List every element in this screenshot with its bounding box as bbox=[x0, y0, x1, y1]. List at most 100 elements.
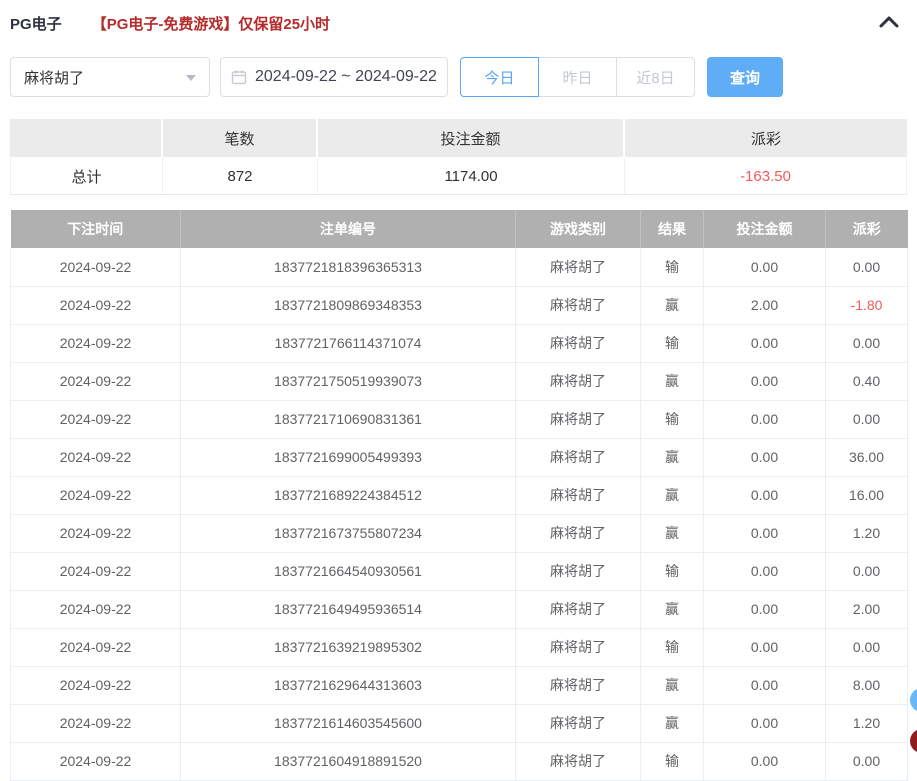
bet-date: 2024-09-22 bbox=[10, 742, 181, 781]
payout: 0.00 bbox=[825, 248, 908, 287]
summary-count: 872 bbox=[163, 157, 318, 195]
table-row: 2024-09-22 1837721639219895302 麻将胡了输 0.00 0.… bbox=[10, 628, 908, 667]
result: 赢 bbox=[640, 666, 704, 705]
bet-amount: 0.00 bbox=[703, 438, 826, 477]
payout: -1.80 bbox=[825, 286, 908, 325]
bet-id: 1837721710690831361 bbox=[180, 400, 516, 439]
summary-total-label: 总计 bbox=[10, 157, 163, 195]
bet-amount: 0.00 bbox=[703, 324, 826, 363]
game-type: 麻将胡了 bbox=[515, 628, 641, 667]
result: 输 bbox=[640, 324, 704, 363]
bet-amount: 0.00 bbox=[703, 362, 826, 401]
game-type: 麻将胡了 bbox=[515, 704, 641, 743]
bet-date: 2024-09-22 bbox=[10, 362, 181, 401]
payout: 16.00 bbox=[825, 476, 908, 515]
game-type: 麻将胡了 bbox=[515, 248, 641, 287]
table-row: 2024-09-22 1837721710690831361 麻将胡了输 0.00 0.… bbox=[10, 400, 908, 439]
result: 赢 bbox=[640, 286, 704, 325]
result: 赢 bbox=[640, 362, 704, 401]
bet-id: 1837721614603545600 bbox=[180, 704, 516, 743]
payout: 0.40 bbox=[825, 362, 908, 401]
game-type: 麻将胡了 bbox=[515, 590, 641, 629]
bets-col-header: 投注金额 bbox=[703, 210, 826, 248]
bet-amount: 0.00 bbox=[703, 514, 826, 553]
result: 赢 bbox=[640, 704, 704, 743]
quick-range-group: 今日 昨日 近8日 bbox=[460, 57, 695, 97]
calendar-icon bbox=[231, 69, 247, 85]
quick-range-button[interactable]: 昨日 bbox=[538, 57, 617, 97]
bet-amount: 0.00 bbox=[703, 628, 826, 667]
filter-bar: 麻将胡了 2024-09-22 ~ 2024-09-22 今日 昨日 近8日 查询 bbox=[10, 57, 907, 97]
bet-date: 2024-09-22 bbox=[10, 590, 181, 629]
bets-col-header: 游戏类别 bbox=[515, 210, 641, 248]
summary-bet-amount: 1174.00 bbox=[318, 157, 625, 195]
game-type: 麻将胡了 bbox=[515, 666, 641, 705]
bet-date: 2024-09-22 bbox=[10, 438, 181, 477]
game-select[interactable]: 麻将胡了 bbox=[10, 57, 210, 97]
table-row: 2024-09-22 1837721604918891520 麻将胡了输 0.00 0.… bbox=[10, 742, 908, 781]
table-row: 2024-09-22 1837721766114371074 麻将胡了输 0.00 0.… bbox=[10, 324, 908, 363]
bets-table-header-row: 下注时间 注单编号 游戏类别 结果 投注金额 派彩 bbox=[10, 210, 908, 248]
bet-id: 1837721629644313603 bbox=[180, 666, 516, 705]
payout: 2.00 bbox=[825, 590, 908, 629]
bet-id: 1837721766114371074 bbox=[180, 324, 516, 363]
payout: 0.00 bbox=[825, 742, 908, 781]
result: 输 bbox=[640, 742, 704, 781]
bet-id: 1837721639219895302 bbox=[180, 628, 516, 667]
bet-records-panel: PG电子 【PG电子-免费游戏】仅保留25小时 麻将胡了 2024-09-22 … bbox=[0, 0, 917, 781]
bet-date: 2024-09-22 bbox=[10, 286, 181, 325]
bet-date: 2024-09-22 bbox=[10, 248, 181, 287]
payout: 1.20 bbox=[825, 514, 908, 553]
quick-range-button[interactable]: 近8日 bbox=[616, 57, 695, 97]
collapse-button[interactable] bbox=[879, 15, 899, 28]
bets-table: 下注时间 注单编号 游戏类别 结果 投注金额 派彩 2024-09-22 183772181… bbox=[10, 210, 908, 781]
date-range-input[interactable]: 2024-09-22 ~ 2024-09-22 bbox=[220, 57, 448, 97]
payout: 0.00 bbox=[825, 400, 908, 439]
table-row: 2024-09-22 1837721699005499393 麻将胡了赢 0.00 36… bbox=[10, 438, 908, 477]
bet-date: 2024-09-22 bbox=[10, 400, 181, 439]
game-type: 麻将胡了 bbox=[515, 400, 641, 439]
table-row: 2024-09-22 1837721614603545600 麻将胡了赢 0.00 1.… bbox=[10, 704, 908, 743]
search-button[interactable]: 查询 bbox=[707, 57, 783, 97]
payout: 0.00 bbox=[825, 628, 908, 667]
game-type: 麻将胡了 bbox=[515, 324, 641, 363]
game-type: 麻将胡了 bbox=[515, 438, 641, 477]
result: 输 bbox=[640, 400, 704, 439]
table-row: 2024-09-22 1837721689224384512 麻将胡了赢 0.00 16… bbox=[10, 476, 908, 515]
table-row: 2024-09-22 1837721673755807234 麻将胡了赢 0.00 1.… bbox=[10, 514, 908, 553]
bet-amount: 0.00 bbox=[703, 552, 826, 591]
panel-header: PG电子 【PG电子-免费游戏】仅保留25小时 bbox=[10, 0, 907, 46]
bet-date: 2024-09-22 bbox=[10, 552, 181, 591]
quick-range-button[interactable]: 今日 bbox=[460, 57, 539, 97]
result: 赢 bbox=[640, 438, 704, 477]
payout: 1.20 bbox=[825, 704, 908, 743]
bet-amount: 0.00 bbox=[703, 400, 826, 439]
date-range-value: 2024-09-22 ~ 2024-09-22 bbox=[255, 68, 437, 85]
bet-amount: 0.00 bbox=[703, 476, 826, 515]
bet-amount: 2.00 bbox=[703, 286, 826, 325]
result: 赢 bbox=[640, 590, 704, 629]
table-row: 2024-09-22 1837721818396365313 麻将胡了输 0.00 0.… bbox=[10, 248, 908, 287]
result: 输 bbox=[640, 552, 704, 591]
game-select-value: 麻将胡了 bbox=[24, 69, 85, 87]
bet-id: 1837721750519939073 bbox=[180, 362, 516, 401]
summary-total-row: 总计 872 1174.00 -163.50 bbox=[10, 157, 907, 195]
result: 输 bbox=[640, 628, 704, 667]
bet-id: 1837721649495936514 bbox=[180, 590, 516, 629]
result: 输 bbox=[640, 248, 704, 287]
summary-payout: -163.50 bbox=[625, 157, 907, 195]
summary-table: 笔数 投注金额 派彩 总计 872 1174.00 -163.50 bbox=[10, 119, 907, 195]
bet-id: 1837721809869348353 bbox=[180, 286, 516, 325]
bet-amount: 0.00 bbox=[703, 666, 826, 705]
bets-col-header: 派彩 bbox=[825, 210, 908, 248]
bet-id: 1837721664540930561 bbox=[180, 552, 516, 591]
bet-date: 2024-09-22 bbox=[10, 628, 181, 667]
bet-id: 1837721673755807234 bbox=[180, 514, 516, 553]
summary-col-header: 投注金额 bbox=[318, 119, 625, 157]
payout: 0.00 bbox=[825, 552, 908, 591]
result: 赢 bbox=[640, 476, 704, 515]
bets-col-header: 下注时间 bbox=[10, 210, 181, 248]
bet-id: 1837721699005499393 bbox=[180, 438, 516, 477]
bet-date: 2024-09-22 bbox=[10, 704, 181, 743]
bet-date: 2024-09-22 bbox=[10, 666, 181, 705]
